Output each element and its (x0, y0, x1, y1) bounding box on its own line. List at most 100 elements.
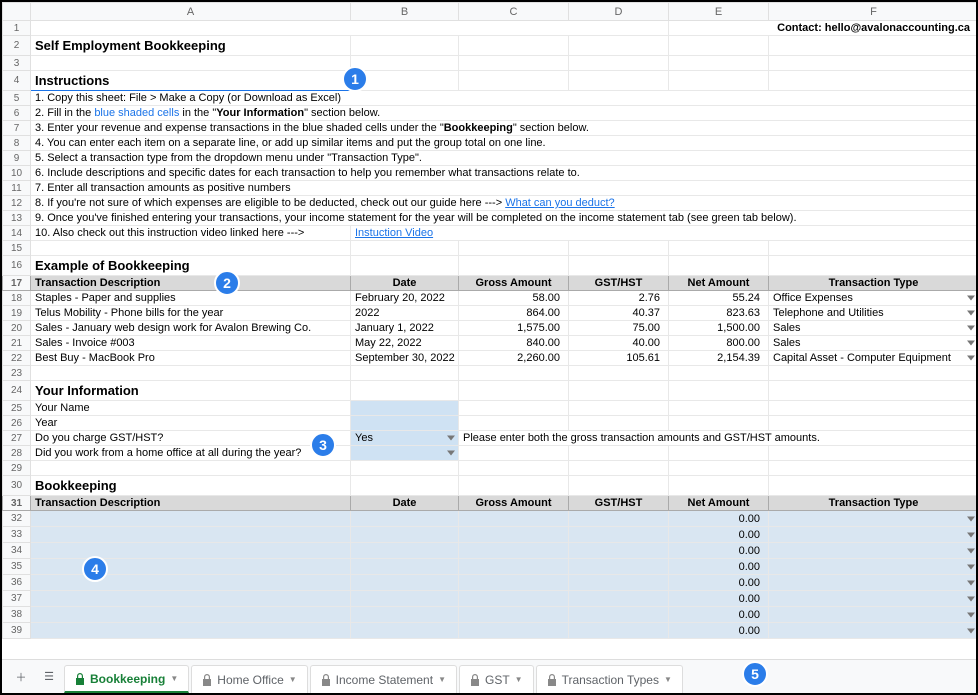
year-label[interactable]: Year (31, 416, 351, 431)
chevron-down-icon (967, 596, 975, 601)
row-2: 2Self Employment Bookkeeping (3, 36, 977, 56)
instructions-heading[interactable]: Instructions (31, 71, 351, 91)
bk-date-input[interactable] (351, 511, 459, 527)
type-dropdown[interactable]: Sales (769, 321, 977, 336)
all-sheets-button[interactable]: ☰ (36, 665, 62, 689)
col-header-f[interactable]: F (769, 3, 977, 21)
row-15: 15 (3, 241, 977, 256)
col-header-c[interactable]: C (459, 3, 569, 21)
deduct-guide-link[interactable]: What can you deduct? (505, 197, 614, 209)
bk-type-dropdown[interactable] (769, 543, 977, 559)
col-desc[interactable]: Transaction Description (31, 276, 351, 291)
row-33: 330.00 (3, 527, 977, 543)
col-net[interactable]: Net Amount (669, 276, 769, 291)
bk-type-dropdown[interactable] (769, 559, 977, 575)
chevron-down-icon[interactable]: ▼ (664, 675, 672, 684)
gst-note[interactable]: Please enter both the gross transaction … (459, 431, 977, 446)
chevron-down-icon (967, 532, 975, 537)
page-title[interactable]: Self Employment Bookkeeping (31, 36, 351, 56)
chevron-down-icon (967, 628, 975, 633)
instruction-5[interactable]: 5. Select a transaction type from the dr… (31, 151, 977, 166)
example-heading[interactable]: Example of Bookkeeping (31, 256, 351, 276)
chevron-down-icon[interactable]: ▼ (438, 675, 446, 684)
bk-type-dropdown[interactable] (769, 575, 977, 591)
type-dropdown[interactable]: Capital Asset - Computer Equipment (769, 351, 977, 366)
tab-home-office[interactable]: Home Office▼ (191, 665, 307, 693)
year-input[interactable] (351, 416, 459, 431)
your-name-input[interactable] (351, 401, 459, 416)
bk-type-dropdown[interactable] (769, 623, 977, 639)
gst-dropdown[interactable]: Yes (351, 431, 459, 446)
spreadsheet-area: A B C D E F 1 Contact: hello@avalonaccoun… (2, 2, 976, 659)
col-header-a[interactable]: A (31, 3, 351, 21)
col-gst[interactable]: GST/HST (569, 276, 669, 291)
your-info-heading[interactable]: Your Information (31, 381, 351, 401)
chevron-down-icon (967, 612, 975, 617)
instruction-10[interactable]: 10. Also check out this instruction vide… (31, 226, 351, 241)
row-25: 25Your Name (3, 401, 977, 416)
row-27: 27Do you charge GST/HST?YesPlease enter … (3, 431, 977, 446)
row-21: 21Sales - Invoice #003May 22, 2022840.00… (3, 336, 977, 351)
col-date[interactable]: Date (351, 276, 459, 291)
chevron-down-icon (967, 580, 975, 585)
bk-gross-input[interactable] (459, 511, 569, 527)
chevron-down-icon[interactable]: ▼ (289, 675, 297, 684)
row-13: 139. Once you've finished entering your … (3, 211, 977, 226)
row-7: 73. Enter your revenue and expense trans… (3, 121, 977, 136)
instruction-2[interactable]: 2. Fill in the blue shaded cells in the … (31, 106, 977, 121)
bk-desc-input[interactable] (31, 511, 351, 527)
instruction-7[interactable]: 7. Enter all transaction amounts as posi… (31, 181, 977, 196)
col-header-b[interactable]: B (351, 3, 459, 21)
contact-text[interactable]: Contact: hello@avalonaccounting.ca (669, 21, 977, 36)
bk-type-dropdown[interactable] (769, 511, 977, 527)
spreadsheet-grid: A B C D E F 1 Contact: hello@avalonaccoun… (2, 2, 976, 639)
row-4: 4Instructions (3, 71, 977, 91)
home-office-dropdown[interactable] (351, 446, 459, 461)
chevron-down-icon[interactable]: ▼ (170, 674, 178, 683)
add-sheet-button[interactable]: ＋ (8, 665, 34, 689)
row-12: 128. If you're not sure of which expense… (3, 196, 977, 211)
instruction-video-link[interactable]: Instuction Video (355, 227, 433, 239)
instruction-9[interactable]: 9. Once you've finished entering your tr… (31, 211, 977, 226)
col-header-e[interactable]: E (669, 3, 769, 21)
bk-type-dropdown[interactable] (769, 607, 977, 623)
column-headers[interactable]: A B C D E F (3, 3, 977, 21)
col-gross[interactable]: Gross Amount (459, 276, 569, 291)
row-34: 340.00 (3, 543, 977, 559)
chevron-down-icon (967, 296, 975, 301)
col-type[interactable]: Transaction Type (769, 276, 977, 291)
row-18: 18Staples - Paper and suppliesFebruary 2… (3, 291, 977, 306)
lock-icon (470, 674, 480, 686)
type-dropdown[interactable]: Sales (769, 336, 977, 351)
tab-bookkeeping[interactable]: Bookkeeping▼ (64, 665, 189, 693)
annotation-badge-1: 1 (342, 66, 368, 92)
tab-income-statement[interactable]: Income Statement▼ (310, 665, 457, 693)
bk-type-dropdown[interactable] (769, 527, 977, 543)
col-header-d[interactable]: D (569, 3, 669, 21)
chevron-down-icon (447, 451, 455, 456)
chevron-down-icon[interactable]: ▼ (515, 675, 523, 684)
row-37: 370.00 (3, 591, 977, 607)
tab-transaction-types[interactable]: Transaction Types▼ (536, 665, 683, 693)
gst-question[interactable]: Do you charge GST/HST? (31, 431, 351, 446)
row-23: 23 (3, 366, 977, 381)
your-name-label[interactable]: Your Name (31, 401, 351, 416)
row-24: 24Your Information (3, 381, 977, 401)
instruction-3[interactable]: 3. Enter your revenue and expense transa… (31, 121, 977, 136)
instruction-8[interactable]: 8. If you're not sure of which expenses … (31, 196, 977, 211)
home-office-question[interactable]: Did you work from a home office at all d… (31, 446, 351, 461)
row-6: 62. Fill in the blue shaded cells in the… (3, 106, 977, 121)
bk-gst-input[interactable] (569, 511, 669, 527)
type-dropdown[interactable]: Telephone and Utilities (769, 306, 977, 321)
row-22: 22Best Buy - MacBook ProSeptember 30, 20… (3, 351, 977, 366)
row-31: 31Transaction DescriptionDateGross Amoun… (3, 496, 977, 511)
tab-gst[interactable]: GST▼ (459, 665, 534, 693)
instruction-1[interactable]: 1. Copy this sheet: File > Make a Copy (… (31, 91, 977, 106)
instruction-4[interactable]: 4. You can enter each item on a separate… (31, 136, 977, 151)
row-30: 30Bookkeeping (3, 476, 977, 496)
type-dropdown[interactable]: Office Expenses (769, 291, 977, 306)
bk-type-dropdown[interactable] (769, 591, 977, 607)
bookkeeping-heading[interactable]: Bookkeeping (31, 476, 351, 496)
row-3: 3 (3, 56, 977, 71)
instruction-6[interactable]: 6. Include descriptions and specific dat… (31, 166, 977, 181)
